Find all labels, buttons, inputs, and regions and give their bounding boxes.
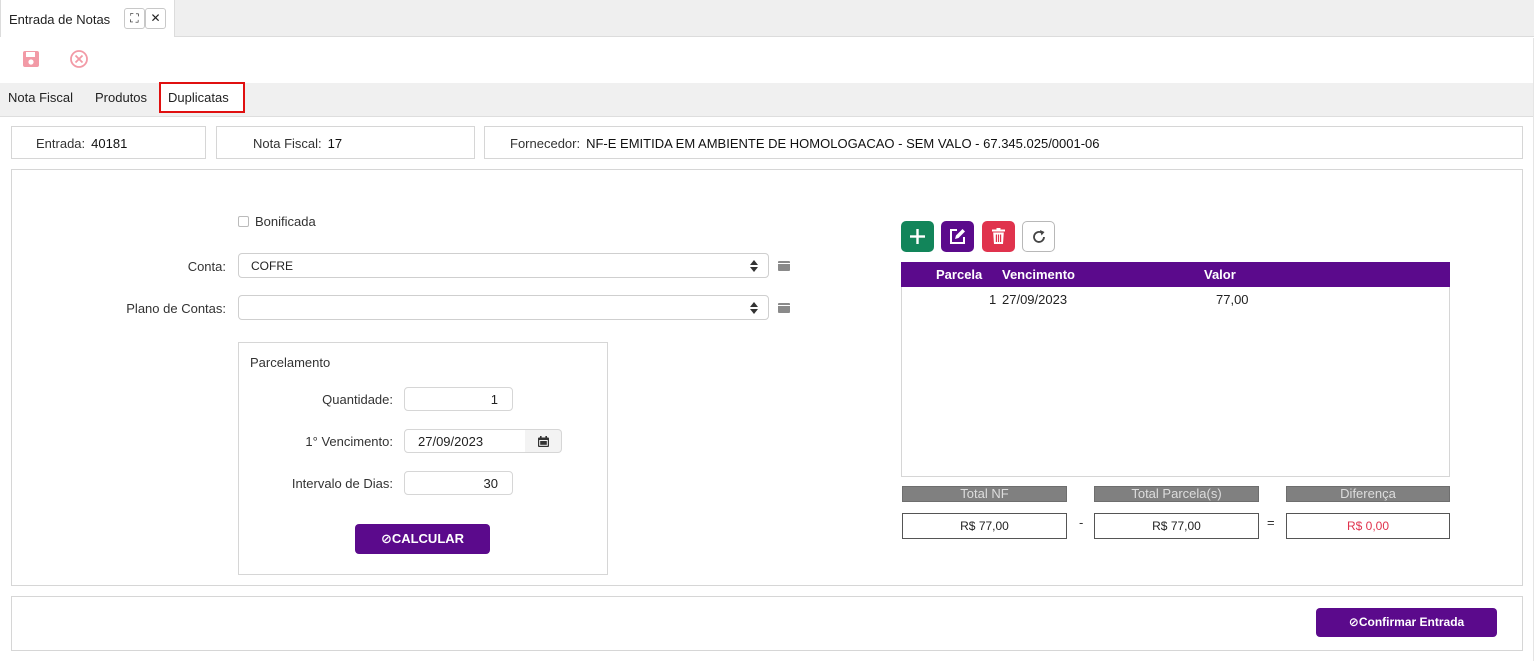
entrada-info: Entrada: 40181 xyxy=(11,126,206,159)
add-parcela-button[interactable] xyxy=(901,221,934,252)
toolbar xyxy=(0,38,1534,83)
nota-fiscal-info: Nota Fiscal: 17 xyxy=(216,126,475,159)
refresh-button[interactable] xyxy=(1022,221,1055,252)
total-nf-label: Total NF xyxy=(902,486,1067,502)
row-vencimento: 27/09/2023 xyxy=(1002,292,1068,307)
column-header-parcela[interactable]: Parcela xyxy=(936,267,982,282)
plano-de-contas-select[interactable] xyxy=(238,295,769,320)
bonificada-checkbox[interactable] xyxy=(238,216,249,227)
tab-nota-fiscal[interactable]: Nota Fiscal xyxy=(8,90,73,105)
fornecedor-value: NF-E EMITIDA EM AMBIENTE DE HOMOLOGACAO … xyxy=(586,136,1100,151)
refresh-icon xyxy=(1033,230,1045,243)
bonificada-row[interactable]: Bonificada xyxy=(238,214,316,229)
trash-icon xyxy=(992,228,1005,244)
calendar-icon xyxy=(538,436,549,447)
plano-lookup-icon[interactable] xyxy=(778,303,790,313)
maximize-icon[interactable]: ⛶ xyxy=(124,8,145,29)
row-valor: 77,00 xyxy=(1216,292,1249,307)
conta-lookup-icon[interactable] xyxy=(778,261,790,271)
total-parcelas-value: R$ 77,00 xyxy=(1094,513,1259,539)
conta-label: Conta: xyxy=(187,259,226,274)
quantidade-label: Quantidade: xyxy=(322,392,393,407)
calendar-button[interactable] xyxy=(525,429,562,453)
bonificada-label: Bonificada xyxy=(255,214,316,229)
section-tabs: Nota Fiscal Produtos Duplicatas xyxy=(0,82,1534,117)
nota-fiscal-label: Nota Fiscal: xyxy=(253,136,322,151)
total-nf-value: R$ 77,00 xyxy=(902,513,1067,539)
total-parcelas-label: Total Parcela(s) xyxy=(1094,486,1259,502)
vencimento-input[interactable]: 27/09/2023 xyxy=(404,429,526,453)
parcelamento-title: Parcelamento xyxy=(250,355,331,370)
column-header-vencimento[interactable]: Vencimento xyxy=(1002,267,1075,282)
confirmar-entrada-button[interactable]: ⊘Confirmar Entrada xyxy=(1316,608,1497,637)
diferenca-label: Diferença xyxy=(1286,486,1450,502)
close-tab-icon[interactable]: ✕ xyxy=(145,8,166,29)
row-parcela: 1 xyxy=(989,292,997,307)
entrada-label: Entrada: xyxy=(36,136,86,151)
column-header-valor[interactable]: Valor xyxy=(1204,267,1236,282)
conta-value: COFRE xyxy=(251,259,293,273)
diferenca-value: R$ 0,00 xyxy=(1286,513,1450,539)
parcelas-grid xyxy=(901,262,1450,477)
select-arrows-icon xyxy=(750,260,758,272)
conta-select[interactable]: COFRE xyxy=(238,253,769,278)
tab-duplicatas[interactable]: Duplicatas xyxy=(159,82,245,113)
tab-produtos[interactable]: Produtos xyxy=(95,90,147,105)
edit-parcela-button[interactable] xyxy=(941,221,974,252)
minus-sign: - xyxy=(1079,515,1084,530)
vencimento-label: 1° Vencimento: xyxy=(305,434,393,449)
document-tab-entrada-de-notas[interactable]: Entrada de Notas ⛶ ✕ xyxy=(0,0,175,37)
intervalo-label: Intervalo de Dias: xyxy=(291,476,393,491)
select-arrows-icon xyxy=(750,302,758,314)
document-tab-title: Entrada de Notas xyxy=(9,12,111,27)
nota-fiscal-value: 17 xyxy=(327,136,343,151)
fornecedor-label: Fornecedor: xyxy=(510,136,581,151)
parcelas-grid-header: Parcela Vencimento Valor xyxy=(901,262,1450,287)
calcular-button[interactable]: ⊘CALCULAR xyxy=(355,524,490,554)
entrada-value: 40181 xyxy=(91,136,128,151)
equals-sign: = xyxy=(1267,515,1275,530)
document-tab-strip: Entrada de Notas ⛶ ✕ xyxy=(0,0,1534,37)
edit-icon xyxy=(950,229,965,244)
intervalo-input[interactable]: 30 xyxy=(404,471,513,495)
footer-panel xyxy=(11,596,1523,651)
plus-icon xyxy=(910,229,925,244)
delete-parcela-button[interactable] xyxy=(982,221,1015,252)
quantidade-input[interactable]: 1 xyxy=(404,387,513,411)
plano-de-contas-label: Plano de Contas: xyxy=(126,301,226,316)
save-icon[interactable] xyxy=(20,48,42,70)
cancel-icon[interactable] xyxy=(68,48,90,70)
fornecedor-info: Fornecedor: NF-E EMITIDA EM AMBIENTE DE H… xyxy=(484,126,1523,159)
